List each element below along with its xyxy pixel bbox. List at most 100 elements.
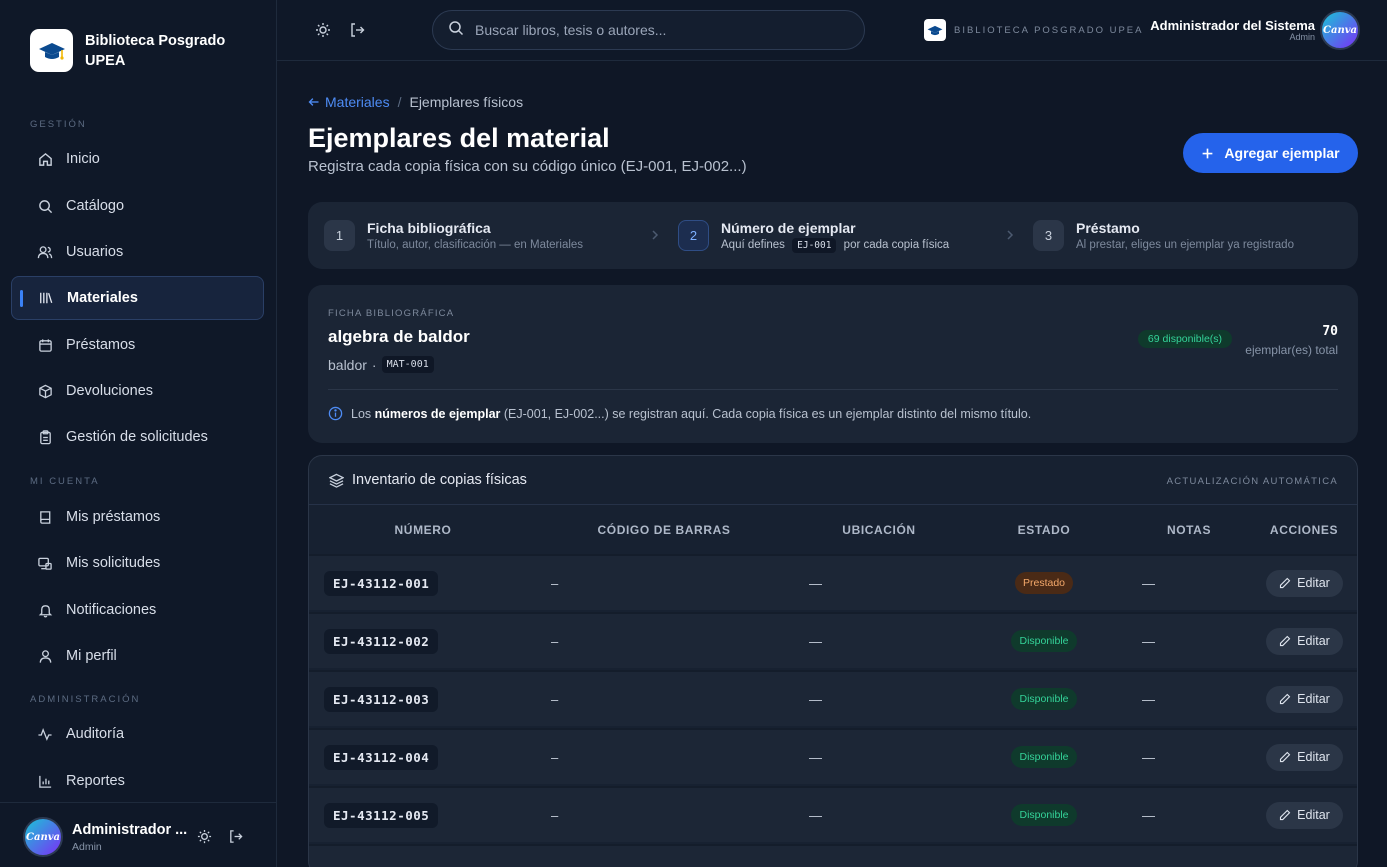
ejemplar-number[interactable]: EJ-43112-003 bbox=[324, 686, 439, 712]
edit-label: Editar bbox=[1297, 576, 1330, 590]
library-icon bbox=[38, 290, 54, 306]
info-bold: números de ejemplar bbox=[374, 406, 501, 421]
sidebar-item-gestion-solicitudes[interactable]: Gestión de solicitudes bbox=[11, 415, 264, 459]
cell-estado: Disponible bbox=[1004, 614, 1084, 668]
sidebar-item-catalogo[interactable]: Catálogo bbox=[11, 184, 264, 228]
table-row: EJ-43112-002 – — Disponible — Editar bbox=[309, 612, 1357, 668]
bar-chart-icon bbox=[37, 773, 53, 789]
clipboard-icon bbox=[37, 429, 53, 445]
column-header-notas[interactable]: NOTAS bbox=[1149, 505, 1229, 555]
user-avatar[interactable]: Canva bbox=[1320, 10, 1360, 50]
sidebar-item-devoluciones[interactable]: Devoluciones bbox=[11, 369, 264, 413]
sidebar-item-mis-solicitudes[interactable]: Mis solicitudes bbox=[11, 541, 264, 585]
step-number: 2 bbox=[678, 219, 709, 251]
column-header-ubicacion[interactable]: UBICACIÓN bbox=[819, 505, 939, 555]
steps-card: 1 Ficha bibliográfica Título, autor, cla… bbox=[308, 202, 1358, 269]
bell-icon bbox=[37, 602, 53, 618]
step-title: Número de ejemplar bbox=[721, 219, 856, 236]
inventory-header: Inventario de copias físicas bbox=[329, 472, 527, 488]
ficha-separator: · bbox=[371, 356, 377, 373]
book-icon bbox=[37, 509, 53, 525]
step-title: Préstamo bbox=[1076, 219, 1140, 236]
ejemplar-number[interactable]: EJ-43112-002 bbox=[324, 628, 439, 654]
ejemplar-number[interactable]: EJ-43112-001 bbox=[324, 570, 439, 596]
cell-barcode: – bbox=[551, 575, 559, 591]
column-header-acciones[interactable]: ACCIONES bbox=[1259, 505, 1349, 555]
avatar[interactable]: Canva bbox=[23, 817, 63, 857]
sidebar-item-reportes[interactable]: Reportes bbox=[11, 759, 264, 803]
breadcrumb: Materiales / Ejemplares físicos bbox=[308, 94, 523, 110]
info-icon bbox=[328, 406, 343, 421]
step-desc: Al prestar, eliges un ejemplar ya regist… bbox=[1076, 238, 1294, 251]
edit-button[interactable]: Editar bbox=[1266, 685, 1343, 713]
step-desc: Aquí defines EJ-001 por cada copia físic… bbox=[721, 237, 950, 253]
inventory-card: Inventario de copias físicas ACTUALIZACI… bbox=[308, 455, 1358, 867]
brand[interactable]: Biblioteca Posgrado UPEA bbox=[30, 29, 235, 72]
plus-icon bbox=[1203, 148, 1213, 158]
sidebar-item-auditoria[interactable]: Auditoría bbox=[11, 712, 264, 756]
table-row bbox=[309, 844, 1357, 867]
cell-barcode: – bbox=[551, 691, 559, 707]
page-subtitle: Registra cada copia física con su código… bbox=[308, 158, 747, 175]
topbar-user-name: Administrador del Sistema bbox=[1150, 18, 1315, 33]
edit-button[interactable]: Editar bbox=[1266, 743, 1343, 771]
user-icon bbox=[37, 648, 53, 664]
ejemplar-number[interactable]: EJ-43112-004 bbox=[324, 744, 439, 770]
ficha-label: FICHA BIBLIOGRÁFICA bbox=[328, 308, 455, 319]
breadcrumb-back-link[interactable]: Materiales bbox=[308, 94, 390, 110]
arrow-left-icon bbox=[308, 98, 319, 106]
sidebar-item-usuarios[interactable]: Usuarios bbox=[11, 230, 264, 274]
section-label-gestion: GESTIÓN bbox=[30, 119, 87, 130]
status-badge: Disponible bbox=[1011, 630, 1077, 652]
ejemplar-number[interactable]: EJ-43112-005 bbox=[324, 802, 439, 828]
sidebar-item-mi-perfil[interactable]: Mi perfil bbox=[11, 634, 264, 678]
column-header-numero[interactable]: NÚMERO bbox=[309, 505, 537, 555]
pencil-icon bbox=[1280, 577, 1291, 589]
total-count: 70 bbox=[1322, 324, 1338, 339]
search-input[interactable] bbox=[475, 22, 855, 38]
add-ejemplar-button[interactable]: Agregar ejemplar bbox=[1183, 133, 1358, 173]
step-title: Ficha bibliográfica bbox=[367, 219, 491, 236]
sidebar-item-materiales[interactable]: Materiales bbox=[11, 276, 264, 320]
ficha-author: baldor bbox=[328, 356, 367, 373]
topbar-user-role: Admin bbox=[1289, 32, 1315, 42]
step-desc-text: por cada copia física bbox=[843, 238, 950, 251]
logout-icon[interactable] bbox=[349, 22, 365, 43]
search-bar[interactable] bbox=[432, 10, 865, 50]
logout-icon[interactable] bbox=[228, 829, 243, 849]
main-content: Materiales / Ejemplares físicos Ejemplar… bbox=[277, 61, 1387, 867]
theme-toggle-icon[interactable] bbox=[197, 829, 212, 849]
request-icon bbox=[37, 555, 53, 571]
sidebar-item-label: Gestión de solicitudes bbox=[66, 429, 208, 445]
topbar-brand-label: BIBLIOTECA POSGRADO UPEA bbox=[954, 25, 1144, 36]
cell-acciones: Editar bbox=[1266, 672, 1343, 726]
edit-button[interactable]: Editar bbox=[1266, 801, 1343, 829]
edit-button[interactable]: Editar bbox=[1266, 569, 1343, 597]
theme-toggle-icon[interactable] bbox=[315, 22, 331, 43]
brand-name: Biblioteca Posgrado UPEA bbox=[85, 32, 226, 69]
cell-ubicacion: — bbox=[809, 691, 822, 707]
table-header: NÚMERO CÓDIGO DE BARRAS UBICACIÓN ESTADO… bbox=[309, 504, 1357, 555]
chevron-right-icon bbox=[1005, 228, 1015, 246]
cell-ubicacion: — bbox=[809, 633, 822, 649]
edit-button[interactable]: Editar bbox=[1266, 627, 1343, 655]
breadcrumb-back-label: Materiales bbox=[325, 94, 390, 110]
sidebar-item-label: Materiales bbox=[67, 290, 138, 306]
column-header-codigo[interactable]: CÓDIGO DE BARRAS bbox=[579, 505, 749, 555]
sidebar-item-notificaciones[interactable]: Notificaciones bbox=[11, 588, 264, 632]
layers-icon bbox=[329, 473, 344, 488]
sidebar-item-mis-prestamos[interactable]: Mis préstamos bbox=[11, 495, 264, 539]
cell-barcode: – bbox=[551, 749, 559, 765]
cell-estado: Prestado bbox=[1004, 556, 1084, 610]
breadcrumb-current: Ejemplares físicos bbox=[409, 94, 524, 110]
sidebar-item-prestamos[interactable]: Préstamos bbox=[11, 323, 264, 367]
sidebar-item-label: Auditoría bbox=[66, 726, 125, 742]
ficha-code: MAT-001 bbox=[381, 356, 434, 373]
cell-numero: EJ-43112-002 bbox=[324, 614, 439, 668]
cell-numero: EJ-43112-003 bbox=[324, 672, 439, 726]
info-text: Los bbox=[351, 406, 372, 421]
ficha-meta: baldor · MAT-001 bbox=[328, 356, 434, 373]
column-header-estado[interactable]: ESTADO bbox=[994, 505, 1094, 555]
table-row: EJ-43112-004 – — Disponible — Editar bbox=[309, 728, 1357, 784]
sidebar-item-inicio[interactable]: Inicio bbox=[11, 137, 264, 181]
